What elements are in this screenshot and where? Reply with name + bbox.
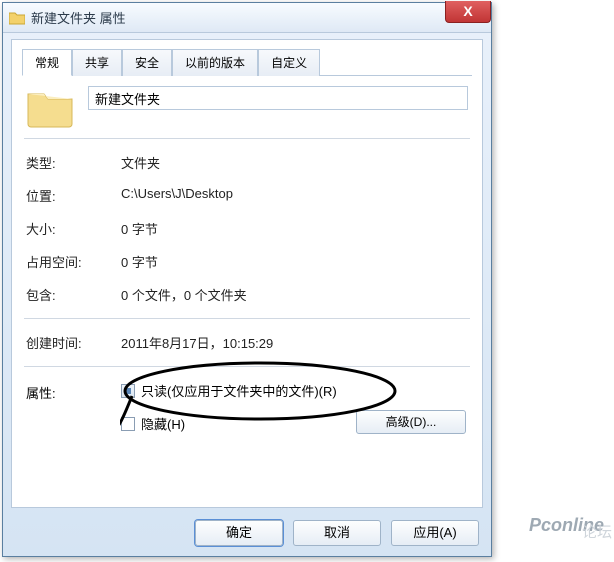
row-size: 大小: 0 字节 (26, 219, 468, 238)
separator (24, 366, 470, 367)
tab-security[interactable]: 安全 (122, 49, 172, 76)
label-created: 创建时间: (26, 333, 121, 352)
checkbox-hidden[interactable] (121, 417, 135, 431)
row-contains: 包含: 0 个文件，0 个文件夹 (26, 285, 468, 304)
tab-sharing[interactable]: 共享 (72, 49, 122, 76)
properties-window: 新建文件夹 属性 X 常规 共享 安全 以前的版本 自定义 新建文件夹 类型: … (2, 2, 492, 557)
row-location: 位置: C:\Users\J\Desktop (26, 186, 468, 205)
separator (24, 138, 470, 139)
client-area: 常规 共享 安全 以前的版本 自定义 新建文件夹 类型: 文件夹 位置: C:\… (11, 39, 483, 508)
tab-previous[interactable]: 以前的版本 (172, 49, 258, 76)
folder-name-value: 新建文件夹 (95, 89, 160, 108)
value-created: 2011年8月17日，10:15:29 (121, 333, 468, 352)
folder-name-input[interactable]: 新建文件夹 (88, 86, 468, 110)
label-attributes: 属性: (26, 381, 121, 447)
separator (24, 318, 470, 319)
value-type: 文件夹 (121, 153, 468, 172)
row-type: 类型: 文件夹 (26, 153, 468, 172)
row-created: 创建时间: 2011年8月17日，10:15:29 (26, 333, 468, 352)
folder-icon (9, 11, 25, 25)
label-sizeondisk: 占用空间: (26, 252, 121, 271)
ok-button[interactable]: 确定 (195, 520, 283, 546)
folder-large-icon (26, 86, 74, 128)
value-location: C:\Users\J\Desktop (121, 186, 468, 205)
label-location: 位置: (26, 186, 121, 205)
checkbox-readonly-label[interactable]: 只读(仅应用于文件夹中的文件)(R) (141, 381, 337, 400)
row-sizeondisk: 占用空间: 0 字节 (26, 252, 468, 271)
titlebar[interactable]: 新建文件夹 属性 X (3, 3, 491, 33)
value-size: 0 字节 (121, 219, 468, 238)
value-sizeondisk: 0 字节 (121, 252, 468, 271)
window-title: 新建文件夹 属性 (31, 8, 126, 27)
tab-general[interactable]: 常规 (22, 49, 72, 76)
watermark-text-2: 论坛 (582, 521, 612, 542)
advanced-button[interactable]: 高级(D)... (356, 410, 466, 434)
value-contains: 0 个文件，0 个文件夹 (121, 285, 468, 304)
label-type: 类型: (26, 153, 121, 172)
label-size: 大小: (26, 219, 121, 238)
tab-custom[interactable]: 自定义 (258, 49, 320, 76)
cancel-button[interactable]: 取消 (293, 520, 381, 546)
apply-button[interactable]: 应用(A) (391, 520, 479, 546)
checkbox-readonly[interactable] (121, 384, 135, 398)
dialog-buttons: 确定 取消 应用(A) (195, 520, 479, 546)
attributes-section: 属性: 只读(仅应用于文件夹中的文件)(R) 隐藏(H) 高级(D)... (26, 381, 468, 447)
label-contains: 包含: (26, 285, 121, 304)
close-button[interactable]: X (445, 1, 491, 23)
tab-strip: 常规 共享 安全 以前的版本 自定义 (22, 48, 472, 76)
checkbox-hidden-label[interactable]: 隐藏(H) (141, 414, 185, 433)
